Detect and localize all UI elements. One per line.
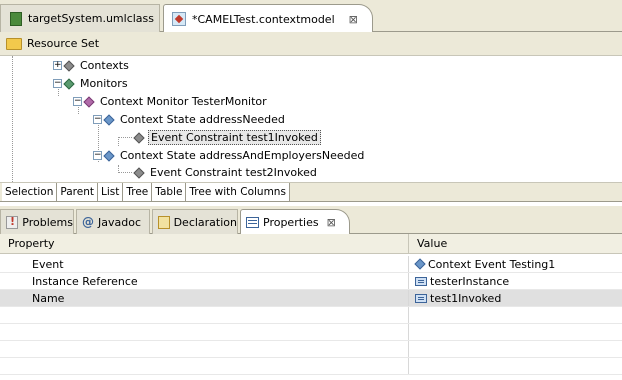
- text-value-icon: [415, 276, 427, 286]
- editor-tab-bar: targetSystem.umlclass *CAMELTest.context…: [0, 0, 622, 33]
- close-icon[interactable]: ⊠: [349, 13, 358, 26]
- resource-set-header: Resource Set: [0, 32, 622, 56]
- empty-row: [0, 358, 622, 375]
- properties-icon: [246, 217, 259, 228]
- tree-node-constraint-test1[interactable]: Event Constraint test1Invoked: [134, 129, 321, 146]
- node-label: Event Constraint test2Invoked: [150, 166, 317, 179]
- node-label: Context State addressNeeded: [120, 113, 285, 126]
- properties-table: Property Value Event Context Event Testi…: [0, 234, 622, 380]
- property-name: Name: [32, 291, 65, 305]
- model-tree: + Contexts − Monitors − Context Monitor …: [0, 56, 622, 182]
- tab-label: List: [101, 186, 120, 198]
- diamond-icon: [104, 115, 114, 125]
- column-header-value[interactable]: Value: [409, 237, 447, 250]
- tab-javadoc[interactable]: @ Javadoc: [76, 209, 150, 234]
- diamond-icon: [134, 133, 144, 143]
- diamond-icon: [104, 151, 114, 161]
- tab-tree[interactable]: Tree: [123, 183, 153, 201]
- table-row[interactable]: Event Context Event Testing1: [0, 256, 622, 273]
- property-name: Instance Reference: [32, 274, 138, 288]
- tab-label: Selection: [5, 186, 54, 198]
- uml-class-icon: [10, 11, 22, 26]
- node-label: Monitors: [80, 77, 128, 90]
- node-label: Contexts: [80, 59, 129, 72]
- tab-cameltest-contextmodel[interactable]: *CAMELTest.contextmodel ⊠: [163, 4, 373, 33]
- tree-guide: [118, 172, 132, 173]
- diamond-icon: [134, 168, 144, 178]
- empty-row: [0, 341, 622, 358]
- tab-label: Parent: [60, 186, 95, 198]
- table-row[interactable]: Instance Reference testerInstance: [0, 273, 622, 290]
- resource-set-label: Resource Set: [27, 37, 100, 50]
- tab-list[interactable]: List: [98, 183, 124, 201]
- tab-label: Javadoc: [98, 215, 141, 229]
- diamond-icon: [415, 259, 425, 269]
- context-model-icon: [172, 12, 186, 26]
- collapse-toggle[interactable]: −: [93, 151, 102, 160]
- collapse-toggle[interactable]: −: [53, 79, 62, 88]
- diamond-icon: [84, 97, 94, 107]
- collapse-toggle[interactable]: −: [73, 97, 82, 106]
- collapse-toggle[interactable]: −: [93, 115, 102, 124]
- tab-label: Problems: [22, 215, 73, 229]
- property-name: Event: [32, 257, 64, 271]
- tab-label: Tree with Columns: [189, 186, 286, 198]
- tab-declaration[interactable]: Declaration: [152, 209, 238, 234]
- tab-label: Tree: [126, 186, 149, 198]
- table-header: Property Value: [0, 234, 622, 254]
- tab-selection[interactable]: Selection: [2, 183, 58, 201]
- tree-guide: [12, 56, 13, 182]
- declaration-icon: [158, 215, 170, 229]
- tab-label: Properties: [263, 216, 319, 229]
- tree-guide: [118, 137, 132, 138]
- tree-node-state-addressandemployers[interactable]: Context State addressAndEmployersNeeded: [104, 147, 366, 164]
- tab-parent[interactable]: Parent: [57, 183, 99, 201]
- tree-node-monitor[interactable]: Context Monitor TesterMonitor: [84, 93, 269, 110]
- viewer-tab-bar: Selection Parent List Tree Table Tree wi…: [0, 182, 622, 202]
- diamond-icon: [64, 79, 74, 89]
- tree-guide: [118, 139, 119, 146]
- empty-row: [0, 324, 622, 341]
- node-label: Context State addressAndEmployersNeeded: [120, 149, 365, 162]
- tab-problems[interactable]: Problems: [0, 209, 74, 234]
- tree-node-constraint-test2[interactable]: Event Constraint test2Invoked: [134, 164, 319, 181]
- tab-table[interactable]: Table: [152, 183, 187, 201]
- close-icon[interactable]: ⊠: [327, 216, 336, 229]
- tab-label: targetSystem.umlclass: [28, 12, 155, 25]
- expand-toggle[interactable]: +: [53, 61, 62, 70]
- tab-label: *CAMELTest.contextmodel: [192, 12, 335, 26]
- folder-icon: [6, 37, 22, 50]
- javadoc-icon: @: [82, 215, 94, 229]
- property-value: testerInstance: [430, 274, 510, 288]
- tab-label: Declaration: [173, 215, 237, 229]
- tab-label: Table: [155, 186, 183, 198]
- empty-row: [0, 307, 622, 324]
- diamond-icon: [64, 61, 74, 71]
- property-value: Context Event Testing1: [428, 257, 556, 271]
- node-label: Context Monitor TesterMonitor: [100, 95, 267, 108]
- tree-node-state-addressneeded[interactable]: Context State addressNeeded: [104, 111, 287, 128]
- node-label: Event Constraint test1Invoked: [148, 130, 321, 145]
- tab-properties[interactable]: Properties ⊠: [240, 209, 350, 235]
- text-value-icon: [415, 293, 427, 303]
- tree-node-monitors[interactable]: Monitors: [64, 75, 130, 92]
- tab-targetsystem-umlclass[interactable]: targetSystem.umlclass: [0, 4, 160, 32]
- tab-tree-with-columns[interactable]: Tree with Columns: [186, 183, 290, 201]
- table-row[interactable]: Name test1Invoked: [0, 290, 622, 307]
- property-value: test1Invoked: [430, 291, 502, 305]
- view-tab-bar: Problems @ Javadoc Declaration Propertie…: [0, 206, 622, 235]
- column-header-property[interactable]: Property: [0, 234, 409, 253]
- tree-node-contexts[interactable]: Contexts: [64, 57, 131, 74]
- problems-icon: [6, 215, 19, 229]
